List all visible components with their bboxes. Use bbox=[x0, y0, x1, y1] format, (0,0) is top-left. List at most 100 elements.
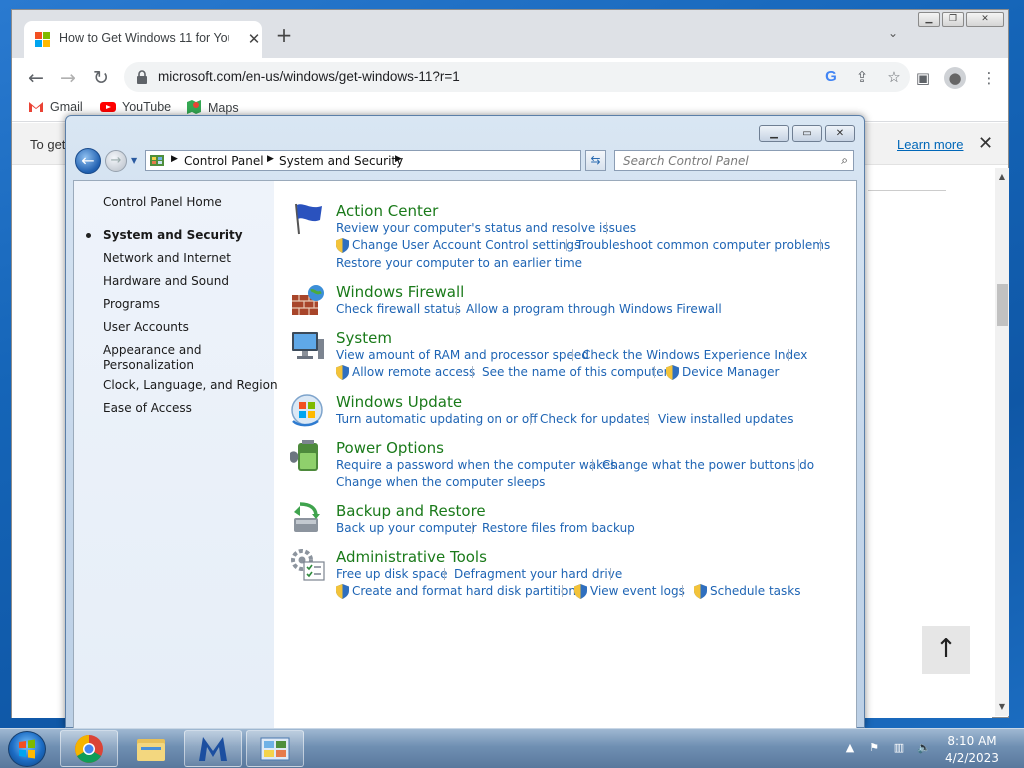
category-link[interactable]: Check for updates bbox=[540, 412, 650, 426]
cp-minimize-button[interactable]: ▁ bbox=[759, 125, 789, 142]
banner-close-icon[interactable]: ✕ bbox=[978, 133, 993, 154]
chrome-minimize-button[interactable]: ▁ bbox=[918, 12, 940, 27]
category-title[interactable]: Backup and Restore bbox=[336, 502, 486, 520]
start-button[interactable] bbox=[8, 731, 46, 767]
tab-close-icon[interactable]: ✕ bbox=[244, 29, 264, 49]
cp-address-bar[interactable]: ▶ Control Panel ▶ System and Security ▶ … bbox=[145, 150, 643, 171]
category-link[interactable]: View amount of RAM and processor speed bbox=[336, 348, 589, 362]
cp-refresh-icon[interactable]: ⇆ bbox=[585, 150, 606, 171]
taskbar-explorer-button[interactable] bbox=[122, 730, 180, 767]
learn-more-link[interactable]: Learn more bbox=[897, 137, 963, 152]
category-title[interactable]: Windows Update bbox=[336, 393, 462, 411]
volume-muted-icon[interactable]: 🔈 bbox=[916, 741, 932, 757]
nav-user-accounts[interactable]: User Accounts bbox=[103, 320, 189, 334]
windows-logo-icon bbox=[19, 739, 35, 759]
google-icon[interactable]: G bbox=[821, 67, 841, 87]
category-link[interactable]: Device Manager bbox=[682, 365, 779, 379]
search-icon[interactable]: ⌕ bbox=[841, 153, 848, 168]
address-bar[interactable]: microsoft.com/en-us/windows/get-windows-… bbox=[124, 62, 910, 92]
nav-ease-of-access[interactable]: Ease of Access bbox=[103, 401, 192, 415]
breadcrumb-system-security[interactable]: System and Security bbox=[279, 154, 403, 168]
nav-programs[interactable]: Programs bbox=[103, 297, 160, 311]
category-link[interactable]: View event logs bbox=[590, 584, 685, 598]
nav-hardware-and-sound[interactable]: Hardware and Sound bbox=[103, 274, 229, 288]
reload-icon[interactable]: ↻ bbox=[88, 65, 114, 91]
breadcrumb-control-panel[interactable]: Control Panel bbox=[184, 154, 264, 168]
scroll-down-icon[interactable]: ▼ bbox=[995, 700, 1009, 714]
category-title[interactable]: Action Center bbox=[336, 202, 438, 220]
back-arrow-icon[interactable]: ← bbox=[23, 65, 49, 91]
chrome-restore-button[interactable]: ❐ bbox=[942, 12, 964, 27]
clock-date[interactable]: 4/2/2023 bbox=[937, 751, 1007, 765]
clock-time[interactable]: 8:10 AM bbox=[937, 734, 1007, 748]
menu-kebab-icon[interactable]: ⋮ bbox=[978, 67, 1000, 89]
uac-shield-icon bbox=[666, 365, 679, 380]
category-link[interactable]: Allow a program through Windows Firewall bbox=[466, 302, 722, 316]
taskbar-control-panel-button[interactable] bbox=[246, 730, 304, 767]
category-link[interactable]: Schedule tasks bbox=[710, 584, 800, 598]
category-link[interactable]: Troubleshoot common computer problems bbox=[576, 238, 830, 252]
category-link[interactable]: Restore files from backup bbox=[482, 521, 635, 535]
battery-icon bbox=[290, 440, 318, 471]
cp-maximize-button[interactable]: ▭ bbox=[792, 125, 822, 142]
category-link[interactable]: Require a password when the computer wak… bbox=[336, 458, 616, 472]
category-link[interactable]: Back up your computer bbox=[336, 521, 477, 535]
share-icon[interactable]: ⇪ bbox=[852, 67, 872, 87]
category-link[interactable]: Check the Windows Experience Index bbox=[582, 348, 807, 362]
cp-forward-button[interactable]: → bbox=[105, 150, 127, 172]
link-separator bbox=[820, 239, 821, 251]
cp-back-button[interactable]: ← bbox=[75, 148, 101, 174]
profile-avatar-icon[interactable]: ● bbox=[944, 67, 966, 89]
category-link[interactable]: Defragment your hard drive bbox=[454, 567, 622, 581]
backup-icon bbox=[294, 502, 320, 532]
link-separator bbox=[798, 459, 799, 471]
side-panel-icon[interactable]: ▣ bbox=[912, 67, 934, 89]
category-link[interactable]: Change when the computer sleeps bbox=[336, 475, 545, 489]
back-to-top-button[interactable]: ↑ bbox=[922, 626, 970, 674]
chrome-close-button[interactable]: ✕ bbox=[966, 12, 1004, 27]
recent-pages-dropdown-icon[interactable]: ▼ bbox=[131, 156, 137, 165]
category-link[interactable]: Review your computer's status and resolv… bbox=[336, 221, 636, 235]
category-title[interactable]: Power Options bbox=[336, 439, 444, 457]
browser-tab[interactable]: How to Get Windows 11 for Your ✕ bbox=[24, 21, 262, 58]
breadcrumb-separator-icon[interactable]: ▶ bbox=[395, 154, 402, 164]
taskbar-malwarebytes-button[interactable] bbox=[184, 730, 242, 767]
nav-appearance[interactable]: Appearance and bbox=[103, 343, 201, 357]
uac-shield-icon bbox=[336, 584, 349, 599]
category-title[interactable]: System bbox=[336, 329, 392, 347]
youtube-icon bbox=[100, 101, 116, 115]
page-scrollbar[interactable]: ▲ ▼ bbox=[995, 168, 1009, 716]
category-title[interactable]: Windows Firewall bbox=[336, 283, 464, 301]
category-link[interactable]: Create and format hard disk partitions bbox=[352, 584, 582, 598]
tab-search-icon[interactable]: ⌄ bbox=[885, 26, 901, 42]
network-icon[interactable]: ▥ bbox=[891, 741, 907, 757]
breadcrumb-separator-icon[interactable]: ▶ bbox=[267, 154, 274, 164]
breadcrumb-separator-icon[interactable]: ▶ bbox=[171, 154, 178, 164]
uac-shield-icon bbox=[336, 365, 349, 380]
category-link[interactable]: View installed updates bbox=[658, 412, 794, 426]
category-link[interactable]: Restore your computer to an earlier time bbox=[336, 256, 582, 270]
category-link[interactable]: Allow remote access bbox=[352, 365, 475, 379]
cp-close-button[interactable]: ✕ bbox=[825, 125, 855, 142]
category-link[interactable]: Change User Account Control settings bbox=[352, 238, 580, 252]
nav-clock-language-region[interactable]: Clock, Language, and Region bbox=[103, 378, 278, 392]
category-title[interactable]: Administrative Tools bbox=[336, 548, 487, 566]
category-link[interactable]: Change what the power buttons do bbox=[602, 458, 814, 472]
nav-personalization[interactable]: Personalization bbox=[103, 358, 194, 372]
action-center-flag-icon[interactable]: ⚑ bbox=[866, 741, 882, 757]
category-link[interactable]: Free up disk space bbox=[336, 567, 448, 581]
category-link[interactable]: See the name of this computer bbox=[482, 365, 669, 379]
link-separator bbox=[566, 239, 567, 251]
new-tab-button[interactable]: + bbox=[274, 25, 294, 45]
nav-control-panel-home[interactable]: Control Panel Home bbox=[103, 195, 222, 209]
bookmark-star-icon[interactable]: ☆ bbox=[884, 67, 904, 87]
scroll-up-icon[interactable]: ▲ bbox=[995, 170, 1009, 184]
show-hidden-icons-icon[interactable]: ▲ bbox=[842, 741, 858, 757]
cp-search-input[interactable]: Search Control Panel ⌕ bbox=[614, 150, 854, 171]
forward-arrow-icon[interactable]: → bbox=[55, 65, 81, 91]
category-link[interactable]: Turn automatic updating on or off bbox=[336, 412, 538, 426]
taskbar-chrome-button[interactable] bbox=[60, 730, 118, 767]
nav-network-and-internet[interactable]: Network and Internet bbox=[103, 251, 231, 265]
category-link[interactable]: Check firewall status bbox=[336, 302, 461, 316]
scroll-thumb[interactable] bbox=[997, 284, 1008, 326]
